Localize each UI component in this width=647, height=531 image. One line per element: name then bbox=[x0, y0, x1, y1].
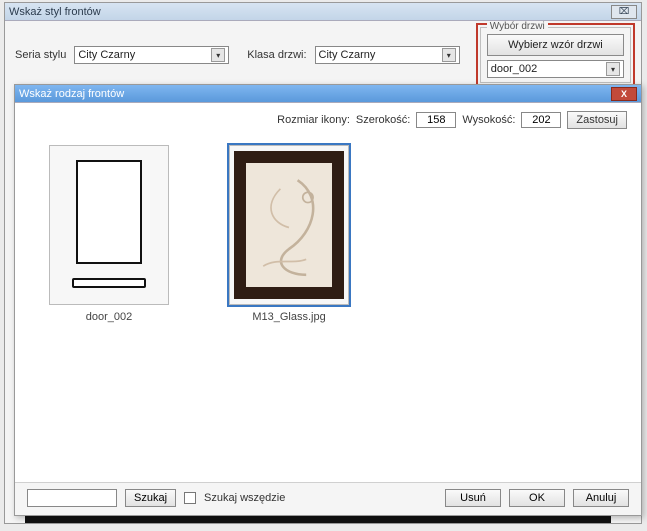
search-all-checkbox[interactable] bbox=[184, 492, 196, 504]
thumb-label: M13_Glass.jpg bbox=[229, 311, 349, 323]
cancel-label: Anuluj bbox=[586, 492, 617, 504]
parent-close-button[interactable]: ⌧ bbox=[611, 5, 637, 19]
delete-label: Usuń bbox=[460, 492, 486, 504]
door-thumbnail[interactable] bbox=[49, 145, 169, 305]
chevron-down-icon[interactable]: ▾ bbox=[606, 62, 620, 76]
class-value: City Czarny bbox=[319, 49, 442, 61]
class-combo[interactable]: City Czarny ▾ bbox=[315, 46, 460, 64]
close-icon: X bbox=[621, 89, 627, 99]
chevron-down-icon[interactable]: ▾ bbox=[442, 48, 456, 62]
icon-size-label: Rozmiar ikony: bbox=[277, 114, 350, 126]
cancel-button[interactable]: Anuluj bbox=[573, 489, 629, 507]
height-label: Wysokość: bbox=[462, 114, 515, 126]
child-close-button[interactable]: X bbox=[611, 87, 637, 101]
choose-door-button[interactable]: Wybierz wzór drzwi bbox=[487, 34, 624, 56]
apply-label: Zastosuj bbox=[576, 114, 618, 126]
door-group-legend: Wybór drzwi bbox=[487, 21, 548, 32]
list-item[interactable]: M13_Glass.jpg bbox=[229, 145, 349, 323]
thumbnail-gallery: door_002 M13_Glass.jpg bbox=[15, 135, 641, 482]
search-all-label: Szukaj wszędzie bbox=[204, 492, 285, 504]
parent-titlebar: Wskaż styl frontów ⌧ bbox=[5, 3, 641, 21]
width-input[interactable] bbox=[416, 112, 456, 128]
parent-title: Wskaż styl frontów bbox=[9, 6, 101, 18]
bottom-toolbar: Szukaj Szukaj wszędzie Usuń OK Anuluj bbox=[15, 482, 641, 515]
child-titlebar: Wskaż rodzaj frontów X bbox=[15, 85, 641, 103]
delete-button[interactable]: Usuń bbox=[445, 489, 501, 507]
search-label: Szukaj bbox=[134, 492, 167, 504]
ok-label: OK bbox=[529, 492, 545, 504]
thumb-label: door_002 bbox=[49, 311, 169, 323]
width-label: Szerokość: bbox=[356, 114, 410, 126]
height-input[interactable] bbox=[521, 112, 561, 128]
choose-door-label: Wybierz wzór drzwi bbox=[508, 39, 603, 51]
close-icon: ⌧ bbox=[619, 6, 629, 17]
door-photo-icon bbox=[234, 151, 344, 299]
apply-button[interactable]: Zastosuj bbox=[567, 111, 627, 129]
door-combo[interactable]: door_002 ▾ bbox=[487, 60, 624, 78]
class-label: Klasa drzwi: bbox=[247, 49, 306, 61]
child-title: Wskaż rodzaj frontów bbox=[19, 88, 124, 100]
ok-button[interactable]: OK bbox=[509, 489, 565, 507]
door-line-icon bbox=[72, 160, 146, 290]
door-thumbnail[interactable] bbox=[229, 145, 349, 305]
child-dialog: Wskaż rodzaj frontów X Rozmiar ikony: Sz… bbox=[14, 84, 642, 516]
icon-size-row: Rozmiar ikony: Szerokość: Wysokość: Zast… bbox=[15, 103, 641, 135]
series-combo[interactable]: City Czarny ▾ bbox=[74, 46, 229, 64]
door-combo-value: door_002 bbox=[491, 63, 606, 75]
list-item[interactable]: door_002 bbox=[49, 145, 169, 323]
search-input[interactable] bbox=[27, 489, 117, 507]
door-choice-group: Wybór drzwi Wybierz wzór drzwi door_002 … bbox=[480, 27, 631, 83]
search-button[interactable]: Szukaj bbox=[125, 489, 176, 507]
series-value: City Czarny bbox=[78, 49, 211, 61]
series-label: Seria stylu bbox=[15, 49, 66, 61]
chevron-down-icon[interactable]: ▾ bbox=[211, 48, 225, 62]
